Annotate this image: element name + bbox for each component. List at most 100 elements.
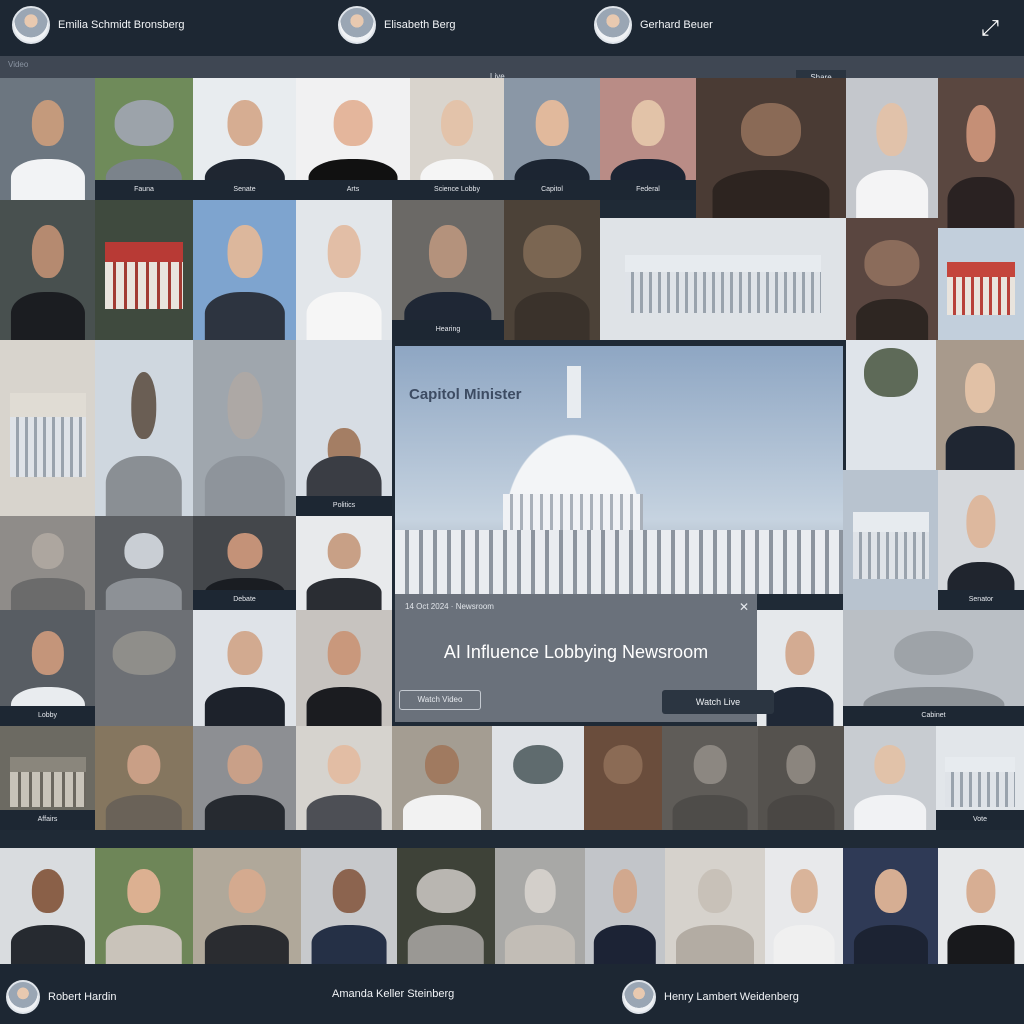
tile-caption: Capitol xyxy=(504,180,600,200)
avatar xyxy=(12,6,50,44)
user-name: Emilia Schmidt Bronsberg xyxy=(58,19,185,31)
toolbar-left-label: Video xyxy=(8,60,29,69)
capitol-lantern xyxy=(567,366,581,418)
tile-participant[interactable]: Capitol xyxy=(504,78,600,200)
user-name: Amanda Keller Steinberg xyxy=(332,988,455,1000)
watch-video-button[interactable]: Watch Video xyxy=(399,690,481,710)
tile-participant[interactable] xyxy=(936,340,1024,470)
tile-participant[interactable] xyxy=(392,726,492,830)
tile-participant[interactable] xyxy=(846,78,938,218)
expand-icon[interactable]: ⤢ xyxy=(976,14,1004,42)
tile-participant[interactable] xyxy=(296,200,392,340)
tile-caption: Hearing xyxy=(392,320,504,340)
tile-caption: Lobby xyxy=(0,706,95,726)
tile-participant[interactable] xyxy=(0,200,95,340)
tile-participant[interactable]: Lobby xyxy=(0,610,95,726)
tile-participant[interactable] xyxy=(296,610,392,726)
user-chip[interactable]: Amanda Keller Steinberg xyxy=(332,988,454,1000)
tile-participant[interactable]: Arts xyxy=(296,78,410,200)
tile-participant[interactable] xyxy=(843,848,938,964)
tile-statue[interactable] xyxy=(95,610,193,726)
close-icon[interactable]: ✕ xyxy=(739,600,749,614)
tile-caption: Senator xyxy=(938,590,1024,610)
tile-building[interactable] xyxy=(600,218,846,340)
user-name: Elisabeth Berg xyxy=(384,19,456,31)
tile-participant[interactable] xyxy=(301,848,397,964)
user-name: Henry Lambert Weidenberg xyxy=(664,991,799,1003)
tile-tree[interactable] xyxy=(846,340,936,470)
tile-participant[interactable] xyxy=(584,726,662,830)
watch-live-button[interactable]: Watch Live xyxy=(662,690,774,714)
tile-building[interactable]: Affairs xyxy=(0,726,95,830)
tile-building[interactable] xyxy=(843,470,938,610)
tile-participant[interactable] xyxy=(95,726,193,830)
top-bar: Emilia Schmidt Bronsberg Elisabeth Berg … xyxy=(0,0,1024,56)
tile-participant[interactable] xyxy=(504,200,600,340)
avatar xyxy=(622,980,656,1014)
tile-participant[interactable] xyxy=(95,516,193,610)
tile-participant[interactable]: Federal xyxy=(600,78,696,200)
hero-title: Capitol Minister xyxy=(409,386,522,403)
tile-statue[interactable] xyxy=(495,848,585,964)
tile-participant[interactable] xyxy=(193,726,296,830)
panel-subtitle: 14 Oct 2024 · Newsroom xyxy=(405,602,494,611)
user-chip[interactable]: Robert Hardin xyxy=(6,980,116,1014)
tile-statue[interactable] xyxy=(662,726,758,830)
tile-caption: Vote xyxy=(936,810,1024,830)
tile-building[interactable] xyxy=(0,340,95,516)
tile-participant[interactable] xyxy=(938,78,1024,228)
user-name: Gerhard Beuer xyxy=(640,19,713,31)
hero-video[interactable]: Capitol Minister xyxy=(395,346,843,594)
tile-caption: Debate xyxy=(193,590,296,610)
tile-participant[interactable]: Debate xyxy=(193,516,296,610)
tile-caption: Politics xyxy=(296,496,392,516)
user-chip[interactable]: Henry Lambert Weidenberg xyxy=(622,980,799,1014)
tile-participant[interactable]: Fauna xyxy=(95,78,193,200)
tile-participant[interactable]: Science Lobby xyxy=(410,78,504,200)
tile-participant[interactable] xyxy=(0,848,95,964)
avatar xyxy=(6,980,40,1014)
tile-participant[interactable] xyxy=(193,200,296,340)
tile-participant[interactable] xyxy=(193,610,296,726)
user-chip[interactable]: Gerhard Beuer xyxy=(594,6,713,44)
tile-participant[interactable] xyxy=(193,848,301,964)
tile-participant[interactable] xyxy=(193,340,296,516)
tile-participant[interactable]: Hearing xyxy=(392,200,504,340)
tile-participant[interactable] xyxy=(585,848,665,964)
tile-participant[interactable] xyxy=(846,218,938,340)
tile-participant[interactable]: Politics xyxy=(296,340,392,516)
tile-participant[interactable]: Senator xyxy=(938,470,1024,610)
tile-caption: Fauna xyxy=(95,180,193,200)
tile-participant[interactable] xyxy=(95,848,193,964)
tile-participant[interactable]: Senate xyxy=(193,78,296,200)
tile-participant[interactable] xyxy=(296,516,392,610)
tile-statue[interactable]: Cabinet xyxy=(843,610,1024,726)
capitol-wing xyxy=(395,530,843,594)
tile-participant[interactable] xyxy=(492,726,584,830)
tile-building[interactable] xyxy=(938,228,1024,340)
avatar xyxy=(594,6,632,44)
capitol-drum xyxy=(503,494,643,530)
tile-participant[interactable] xyxy=(0,78,95,200)
tile-participant[interactable] xyxy=(844,726,936,830)
tile-participant[interactable] xyxy=(765,848,843,964)
tile-caption: Science Lobby xyxy=(410,180,504,200)
tile-caption: Arts xyxy=(296,180,410,200)
tile-caption: Cabinet xyxy=(843,706,1024,726)
tile-caption: Affairs xyxy=(0,810,95,830)
tile-participant[interactable] xyxy=(296,726,392,830)
tile-building[interactable] xyxy=(95,200,193,340)
tile-participant[interactable] xyxy=(938,848,1024,964)
tile-participant[interactable] xyxy=(0,516,95,610)
avatar xyxy=(338,6,376,44)
tile-statue[interactable] xyxy=(397,848,495,964)
tile-statue[interactable] xyxy=(95,340,193,516)
user-chip[interactable]: Emilia Schmidt Bronsberg xyxy=(12,6,185,44)
tile-participant[interactable] xyxy=(696,78,846,218)
tile-caption: Federal xyxy=(600,180,696,200)
tile-statue[interactable] xyxy=(758,726,844,830)
user-chip[interactable]: Elisabeth Berg xyxy=(338,6,456,44)
tile-building[interactable]: Vote xyxy=(936,726,1024,830)
tile-caption: Senate xyxy=(193,180,296,200)
tile-statue[interactable] xyxy=(665,848,765,964)
